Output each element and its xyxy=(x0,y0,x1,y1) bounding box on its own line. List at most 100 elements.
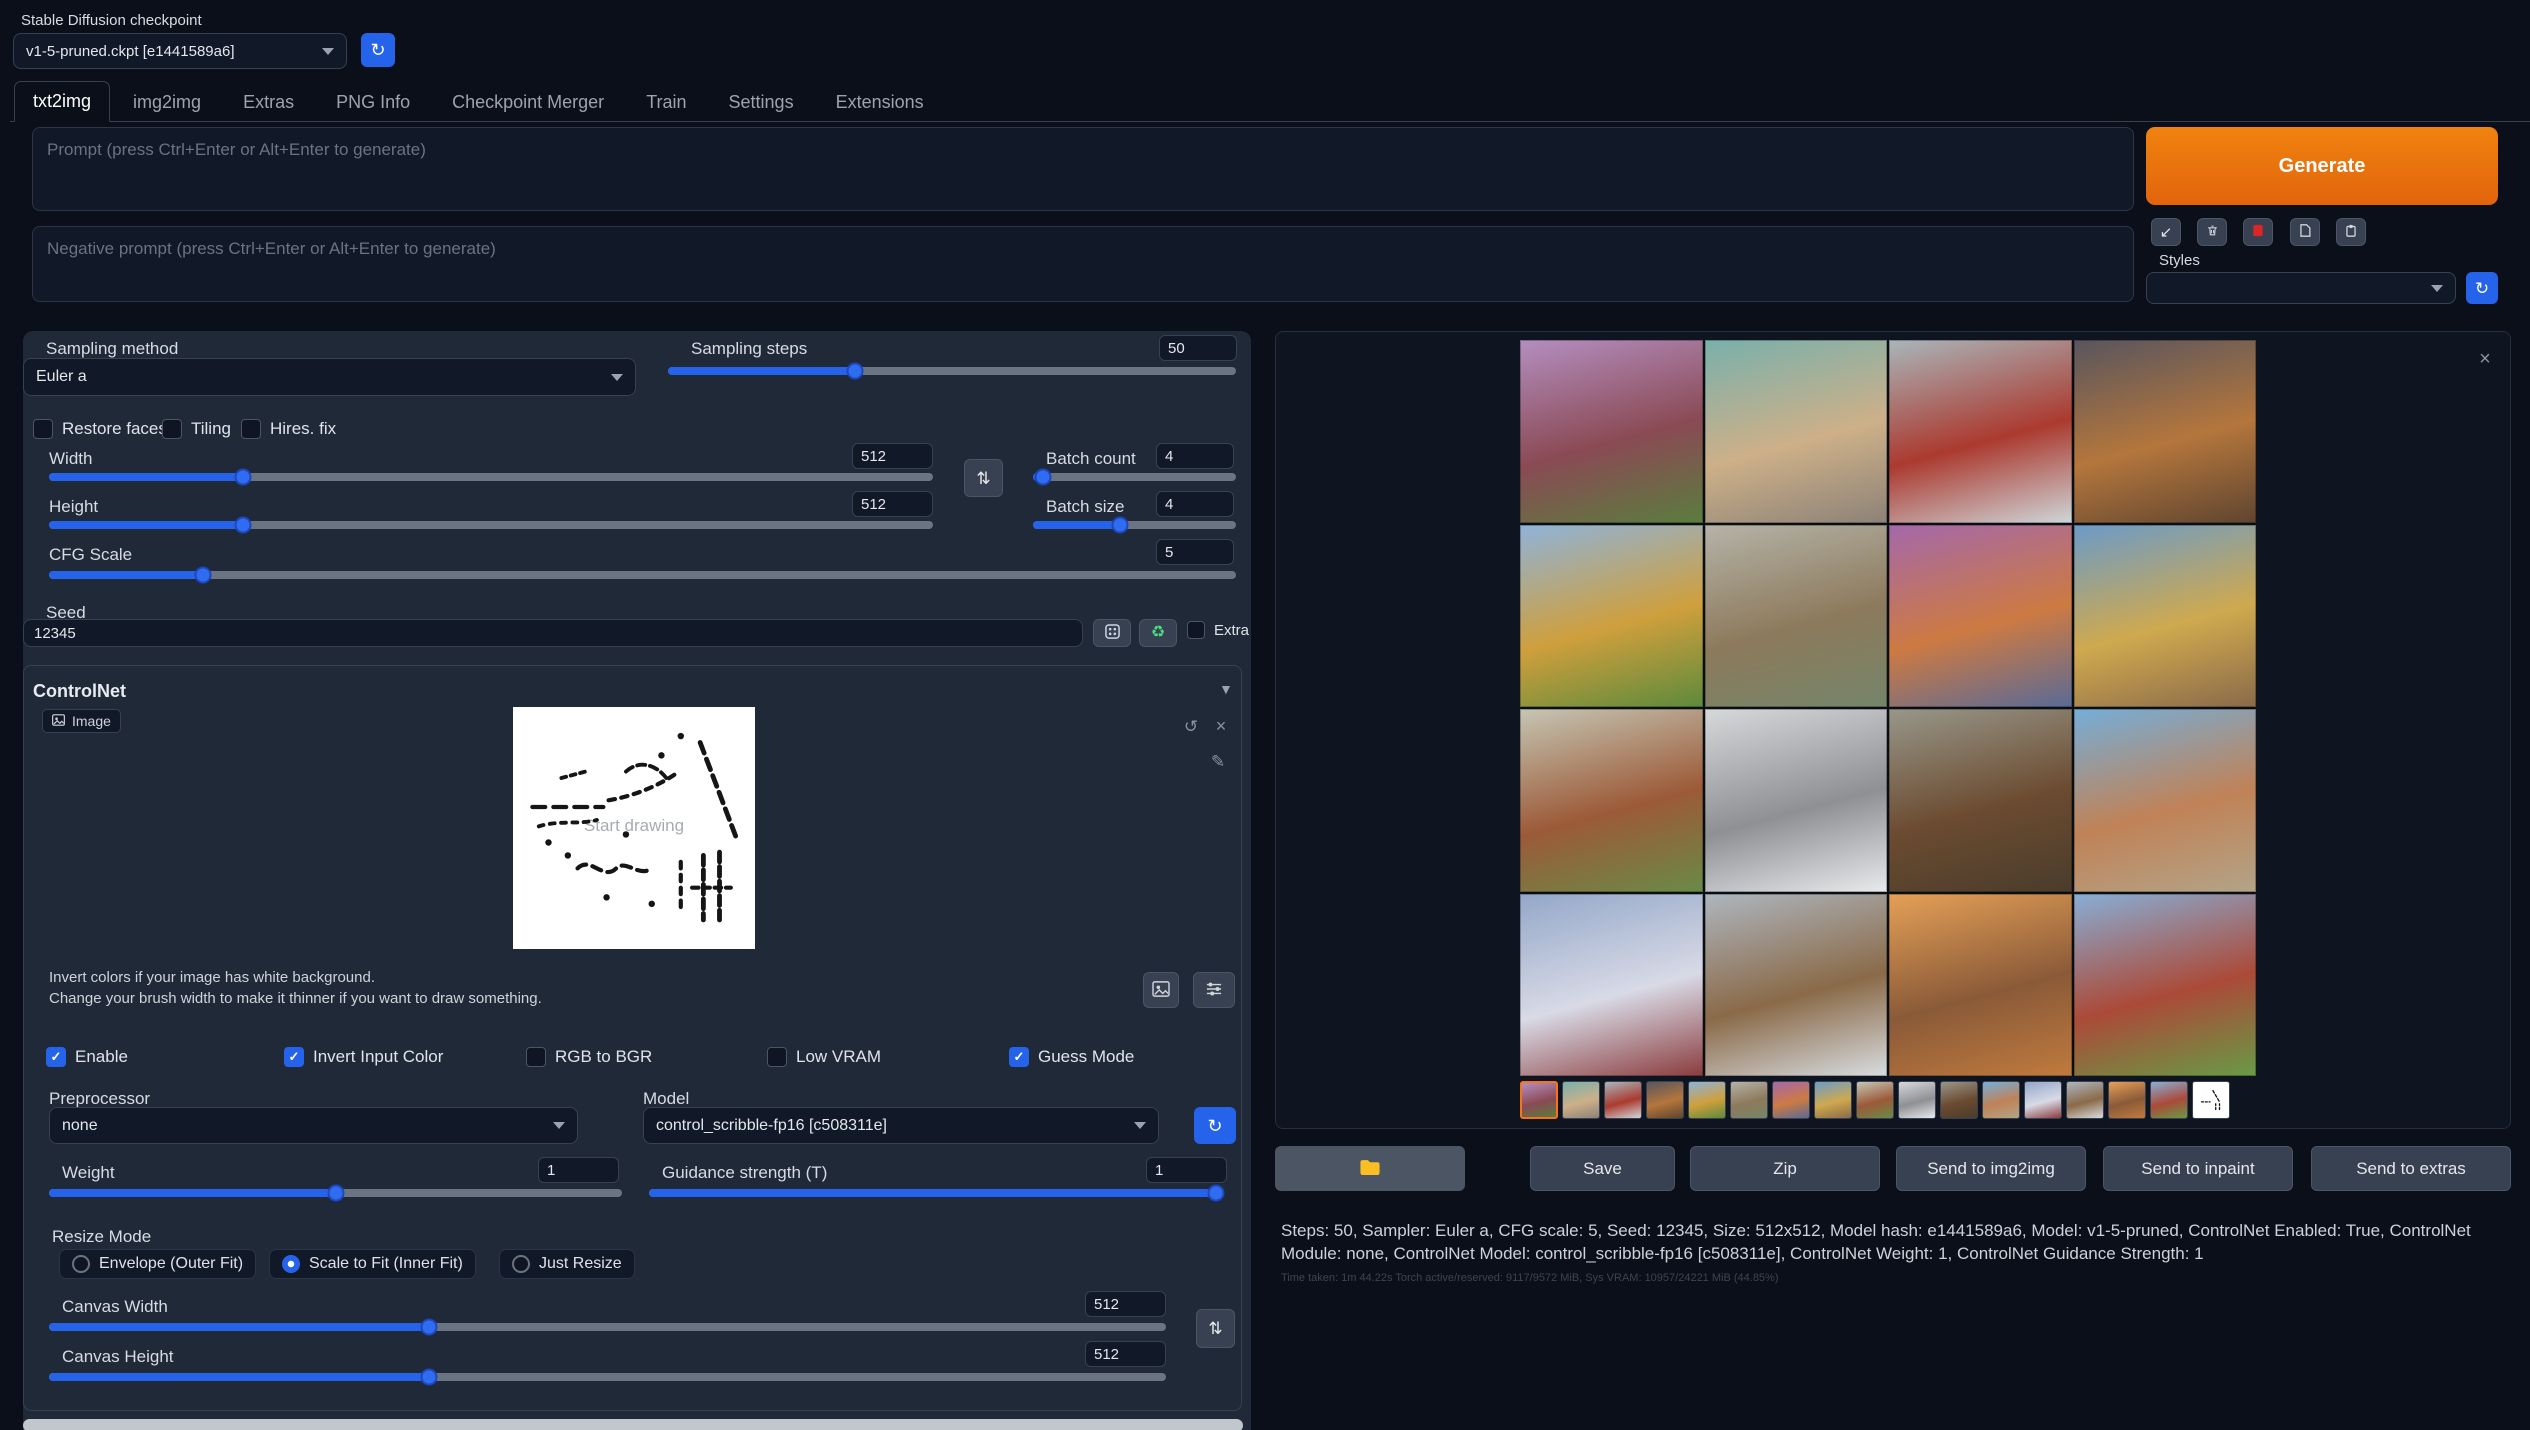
gallery-thumbnail[interactable] xyxy=(1898,1081,1936,1119)
tab-settings[interactable]: Settings xyxy=(710,82,813,122)
controlnet-model-dropdown[interactable]: control_scribble-fp16 [c508311e] xyxy=(643,1107,1159,1144)
gallery-image[interactable] xyxy=(1705,340,1888,523)
tab-png-info[interactable]: PNG Info xyxy=(317,82,429,122)
clear-styles-button[interactable] xyxy=(2243,218,2273,246)
checkbox-box[interactable] xyxy=(33,419,53,439)
preprocessor-dropdown[interactable]: none xyxy=(49,1107,578,1144)
gallery-thumbnail[interactable] xyxy=(1940,1081,1978,1119)
sampling-steps-slider[interactable] xyxy=(668,367,1236,375)
checkbox-box[interactable] xyxy=(767,1047,787,1067)
guidance-strength-input[interactable] xyxy=(1146,1157,1227,1183)
guidance-strength-slider[interactable] xyxy=(649,1189,1222,1197)
gallery-image[interactable] xyxy=(2074,525,2257,708)
gallery-image[interactable] xyxy=(2074,894,2257,1077)
slider-handle[interactable] xyxy=(1208,1185,1225,1202)
open-folder-button[interactable] xyxy=(1275,1146,1465,1191)
tab-txt2img[interactable]: txt2img xyxy=(14,81,110,122)
canvas-width-slider[interactable] xyxy=(49,1323,1166,1331)
apply-style-button[interactable] xyxy=(2336,218,2366,246)
checkbox-box[interactable] xyxy=(46,1047,66,1067)
slider-handle[interactable] xyxy=(235,517,252,534)
seed-extra-checkbox[interactable]: Extra xyxy=(1187,621,1249,639)
gallery-thumbnail[interactable] xyxy=(2066,1081,2104,1119)
gallery-image[interactable] xyxy=(1520,709,1703,892)
controlnet-collapse-icon[interactable]: ▼ xyxy=(1219,681,1233,697)
gallery-image[interactable] xyxy=(1889,709,2072,892)
random-seed-button[interactable] xyxy=(1093,619,1131,647)
gallery-image[interactable] xyxy=(1889,340,2072,523)
slider-handle[interactable] xyxy=(420,1369,437,1386)
tiling-checkbox[interactable]: Tiling xyxy=(162,419,231,439)
cfg-scale-input[interactable] xyxy=(1156,539,1234,565)
batch-count-slider[interactable] xyxy=(1033,473,1236,481)
gallery-image[interactable] xyxy=(1705,894,1888,1077)
gallery-close-button[interactable]: × xyxy=(2472,346,2498,372)
gallery-thumbnail[interactable] xyxy=(2150,1081,2188,1119)
radio-circle[interactable] xyxy=(282,1255,300,1273)
tab-extras[interactable]: Extras xyxy=(224,82,313,122)
controlnet-guess-mode-checkbox[interactable]: Guess Mode xyxy=(1009,1047,1134,1067)
reuse-seed-button[interactable]: ♻ xyxy=(1139,619,1177,647)
resize-mode-scale-to-fit[interactable]: Scale to Fit (Inner Fit) xyxy=(269,1249,476,1279)
generate-button[interactable]: Generate xyxy=(2146,127,2498,205)
checkbox-box[interactable] xyxy=(526,1047,546,1067)
gallery-thumbnail[interactable] xyxy=(2108,1081,2146,1119)
tab-extensions[interactable]: Extensions xyxy=(817,82,943,122)
tab-img2img[interactable]: img2img xyxy=(114,82,220,122)
gallery-image[interactable] xyxy=(1520,894,1703,1077)
controlnet-enable-checkbox[interactable]: Enable xyxy=(46,1047,128,1067)
radio-circle[interactable] xyxy=(512,1255,530,1273)
controlnet-low-vram-checkbox[interactable]: Low VRAM xyxy=(767,1047,881,1067)
checkbox-box[interactable] xyxy=(1187,621,1205,639)
styles-refresh-button[interactable]: ↻ xyxy=(2466,272,2498,304)
controlnet-weight-slider[interactable] xyxy=(49,1189,622,1197)
new-canvas-button[interactable] xyxy=(1143,972,1179,1008)
gallery-thumbnail[interactable] xyxy=(1520,1081,1558,1119)
seed-input[interactable] xyxy=(23,619,1083,647)
controlnet-invert-checkbox[interactable]: Invert Input Color xyxy=(284,1047,443,1067)
checkbox-box[interactable] xyxy=(162,419,182,439)
gallery-image[interactable] xyxy=(2074,340,2257,523)
gallery-image[interactable] xyxy=(1520,340,1703,523)
send-to-extras-button[interactable]: Send to extras xyxy=(2311,1146,2511,1191)
gallery-image[interactable] xyxy=(1705,525,1888,708)
slider-handle[interactable] xyxy=(847,363,864,380)
gallery-thumbnail[interactable] xyxy=(2024,1081,2062,1119)
send-to-inpaint-button[interactable]: Send to inpaint xyxy=(2103,1146,2293,1191)
gallery-thumbnail[interactable] xyxy=(1562,1081,1600,1119)
gallery-thumbnail[interactable] xyxy=(1646,1081,1684,1119)
cfg-scale-slider[interactable] xyxy=(49,571,1236,579)
brush-settings-button[interactable] xyxy=(1193,972,1235,1008)
gallery-thumbnail[interactable] xyxy=(1814,1081,1852,1119)
controlnet-model-refresh-button[interactable]: ↻ xyxy=(1194,1107,1236,1144)
gallery-image[interactable] xyxy=(2074,709,2257,892)
swap-width-height-button[interactable]: ⇅ xyxy=(964,459,1003,497)
send-to-img2img-button[interactable]: Send to img2img xyxy=(1896,1146,2086,1191)
width-input[interactable] xyxy=(852,443,933,469)
zip-button[interactable]: Zip xyxy=(1690,1146,1880,1191)
gallery-image[interactable] xyxy=(1889,525,2072,708)
canvas-clear-button[interactable]: × xyxy=(1209,714,1233,738)
height-slider[interactable] xyxy=(49,521,933,529)
gallery-thumbnail[interactable] xyxy=(1856,1081,1894,1119)
canvas-height-slider[interactable] xyxy=(49,1373,1166,1381)
gallery-image[interactable] xyxy=(1705,709,1888,892)
controlnet-title[interactable]: ControlNet xyxy=(33,681,126,702)
swap-canvas-dims-button[interactable]: ⇅ xyxy=(1196,1309,1235,1348)
gallery-image[interactable] xyxy=(1520,525,1703,708)
checkpoint-dropdown[interactable]: v1-5-pruned.ckpt [e1441589a6] xyxy=(13,33,347,69)
height-input[interactable] xyxy=(852,491,933,517)
clear-prompt-button[interactable] xyxy=(2197,218,2227,246)
slider-handle[interactable] xyxy=(420,1319,437,1336)
canvas-undo-button[interactable]: ↺ xyxy=(1179,714,1203,738)
width-slider[interactable] xyxy=(49,473,933,481)
controlnet-image-tab[interactable]: Image xyxy=(42,709,121,733)
batch-size-input[interactable] xyxy=(1156,491,1234,517)
slider-handle[interactable] xyxy=(1112,517,1129,534)
prompt-input[interactable] xyxy=(32,127,2134,211)
hires-fix-checkbox[interactable]: Hires. fix xyxy=(241,419,336,439)
styles-dropdown[interactable] xyxy=(2146,272,2456,304)
resize-mode-just-resize[interactable]: Just Resize xyxy=(499,1249,635,1279)
canvas-height-input[interactable] xyxy=(1085,1341,1166,1367)
slider-handle[interactable] xyxy=(1035,469,1052,486)
